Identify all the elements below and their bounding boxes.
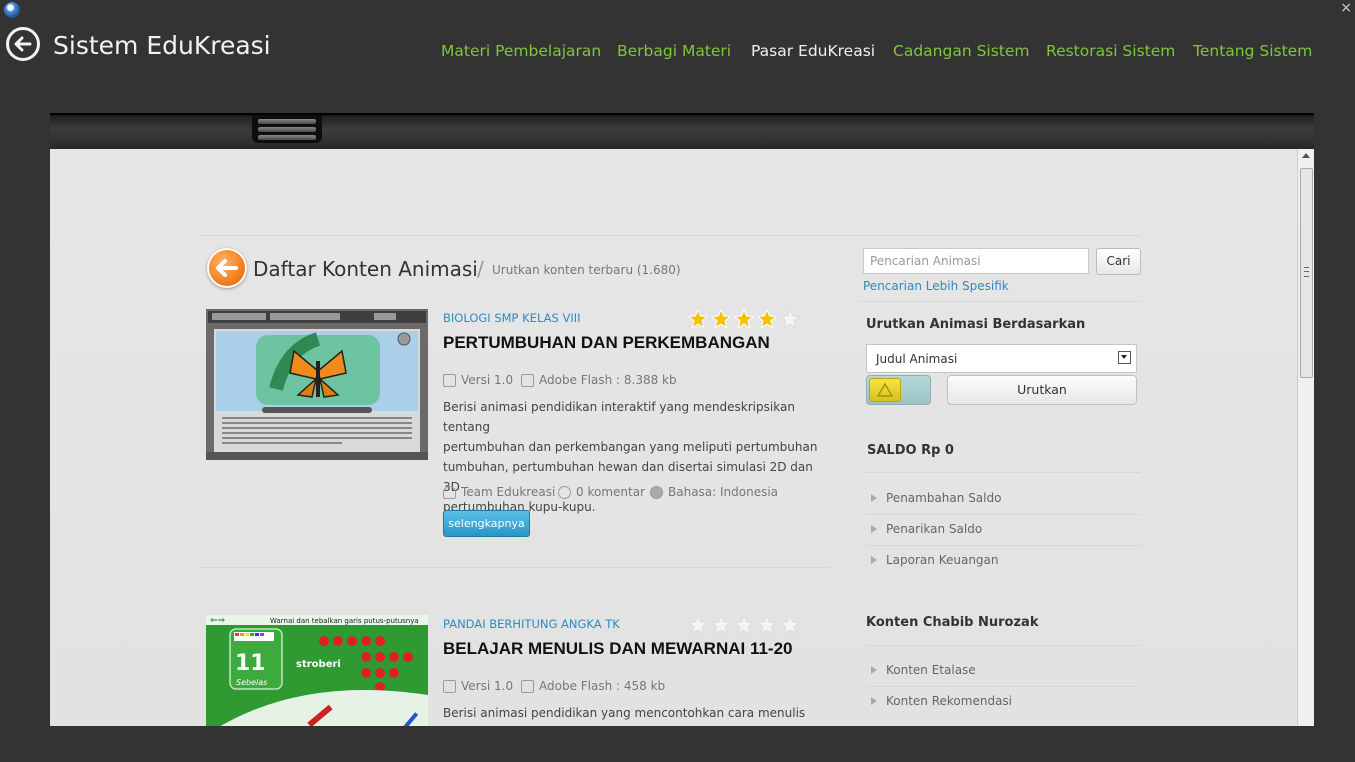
toolbar-handle[interactable] <box>252 115 322 143</box>
globe-icon <box>650 485 663 499</box>
search-button[interactable]: Cari <box>1096 248 1141 275</box>
warning-icon <box>876 382 894 397</box>
balance-heading: SALDO Rp 0 <box>867 443 954 458</box>
scroll-up-arrow-icon[interactable] <box>1302 153 1310 158</box>
item-format: Adobe Flash : 8.388 kb <box>521 373 677 387</box>
grip-icon <box>1304 267 1309 277</box>
item-title[interactable]: PERTUMBUHAN DAN PERKEMBANGAN <box>443 333 770 353</box>
toggle-knob <box>869 378 901 402</box>
item-title[interactable]: BELAJAR MENULIS DAN MEWARNAI 11-20 <box>443 639 793 659</box>
page-subtitle[interactable]: Urutkan konten terbaru (1.680) <box>492 263 681 277</box>
content-heading: Konten Chabib Nurozak <box>866 615 1039 630</box>
app-icon <box>4 2 20 18</box>
divider <box>866 645 1140 646</box>
star-empty-icon <box>780 309 800 329</box>
nav-cadangan-sistem[interactable]: Cadangan Sistem <box>893 42 1030 60</box>
divider <box>860 301 1140 302</box>
chevron-down-icon <box>1118 351 1131 364</box>
star-empty-icon <box>734 615 754 635</box>
sort-order-toggle[interactable] <box>866 375 931 405</box>
counting-thumbnail-image: Warnai dan tebalkan garis putus-putusnya… <box>206 615 428 726</box>
sidebar-item-penarikan-saldo[interactable]: Penarikan Saldo <box>871 522 982 536</box>
nav-berbagi-materi[interactable]: Berbagi Materi <box>617 42 731 60</box>
page-body: Daftar Konten Animasi / Urutkan konten t… <box>50 149 1298 726</box>
advanced-search-link[interactable]: Pencarian Lebih Spesifik <box>863 279 1009 293</box>
item-description: Berisi animasi pendidikan yang mencontoh… <box>443 706 806 720</box>
orange-back-button[interactable] <box>207 248 247 288</box>
search-input[interactable]: Pencarian Animasi <box>863 248 1089 274</box>
chevron-right-icon <box>871 556 877 564</box>
comment-icon <box>558 485 571 499</box>
svg-text:⇐⇒: ⇐⇒ <box>210 616 226 626</box>
svg-text:stroberi: stroberi <box>296 659 341 670</box>
vertical-scrollbar[interactable] <box>1297 149 1314 726</box>
divider <box>866 545 1140 546</box>
star-icon <box>757 309 777 329</box>
star-empty-icon <box>688 615 708 635</box>
sidebar-item-penambahan-saldo[interactable]: Penambahan Saldo <box>871 491 1001 505</box>
more-button[interactable]: selengkapnya <box>443 510 530 537</box>
chevron-right-icon <box>871 697 877 705</box>
svg-text:11: 11 <box>235 651 266 676</box>
svg-text:Warnai dan tebalkan garis putu: Warnai dan tebalkan garis putus-putusnya <box>270 617 419 625</box>
close-icon[interactable]: × <box>1340 0 1352 16</box>
star-icon <box>711 309 731 329</box>
item-version: Versi 1.0 <box>443 679 513 693</box>
star-icon <box>688 309 708 329</box>
item-category[interactable]: BIOLOGI SMP KELAS VIII <box>443 311 581 325</box>
divider <box>200 235 1140 236</box>
divider <box>866 472 1140 473</box>
butterfly-thumbnail-image <box>206 309 428 460</box>
item-thumbnail[interactable]: Warnai dan tebalkan garis putus-putusnya… <box>206 615 428 726</box>
star-icon <box>734 309 754 329</box>
star-empty-icon <box>780 615 800 635</box>
page-title: Daftar Konten Animasi <box>253 257 478 281</box>
file-icon <box>521 679 534 693</box>
sort-button[interactable]: Urutkan <box>947 375 1137 405</box>
nav-materi-pembelajaran[interactable]: Materi Pembelajaran <box>441 42 601 60</box>
chevron-right-icon <box>871 525 877 533</box>
rating-stars <box>688 615 800 635</box>
sidebar-item-laporan-keuangan[interactable]: Laporan Keuangan <box>871 553 999 567</box>
sidebar-item-konten-etalase[interactable]: Konten Etalase <box>871 663 976 677</box>
svg-text:Sebelas: Sebelas <box>236 678 267 687</box>
file-icon <box>521 373 534 387</box>
item-language: Bahasa: Indonesia <box>650 485 778 499</box>
sort-select[interactable]: Judul Animasi <box>866 344 1137 373</box>
nav-restorasi-sistem[interactable]: Restorasi Sistem <box>1046 42 1175 60</box>
web-content: Daftar Konten Animasi / Urutkan konten t… <box>50 149 1314 726</box>
chevron-right-icon <box>871 666 877 674</box>
rating-stars <box>688 309 800 329</box>
item-description: Berisi animasi pendidikan interaktif yan… <box>443 400 818 514</box>
item-comments[interactable]: 0 komentar <box>558 485 645 499</box>
divider <box>200 567 830 568</box>
version-icon <box>443 373 456 387</box>
star-empty-icon <box>711 615 731 635</box>
sidebar-item-konten-rekomendasi[interactable]: Konten Rekomendasi <box>871 694 1012 708</box>
divider <box>866 514 1140 515</box>
version-icon <box>443 679 456 693</box>
item-format: Adobe Flash : 458 kb <box>521 679 665 693</box>
back-arrow-icon <box>216 259 238 277</box>
browser-toolbar <box>50 113 1314 151</box>
nav-tentang-sistem[interactable]: Tentang Sistem <box>1193 42 1312 60</box>
item-author[interactable]: Team Edukreasi <box>443 485 555 499</box>
item-thumbnail[interactable] <box>206 309 428 460</box>
divider <box>866 686 1140 687</box>
item-category[interactable]: PANDAI BERHITUNG ANGKA TK <box>443 617 620 631</box>
star-empty-icon <box>757 615 777 635</box>
main-nav: Materi Pembelajaran Berbagi Materi Pasar… <box>0 42 1355 64</box>
nav-pasar-edukreasi[interactable]: Pasar EduKreasi <box>751 42 875 60</box>
chevron-right-icon <box>871 494 877 502</box>
title-separator: / <box>477 257 484 281</box>
user-icon <box>443 485 456 499</box>
item-version: Versi 1.0 <box>443 373 513 387</box>
sort-heading: Urutkan Animasi Berdasarkan <box>866 317 1086 332</box>
scrollbar-thumb[interactable] <box>1300 168 1313 378</box>
